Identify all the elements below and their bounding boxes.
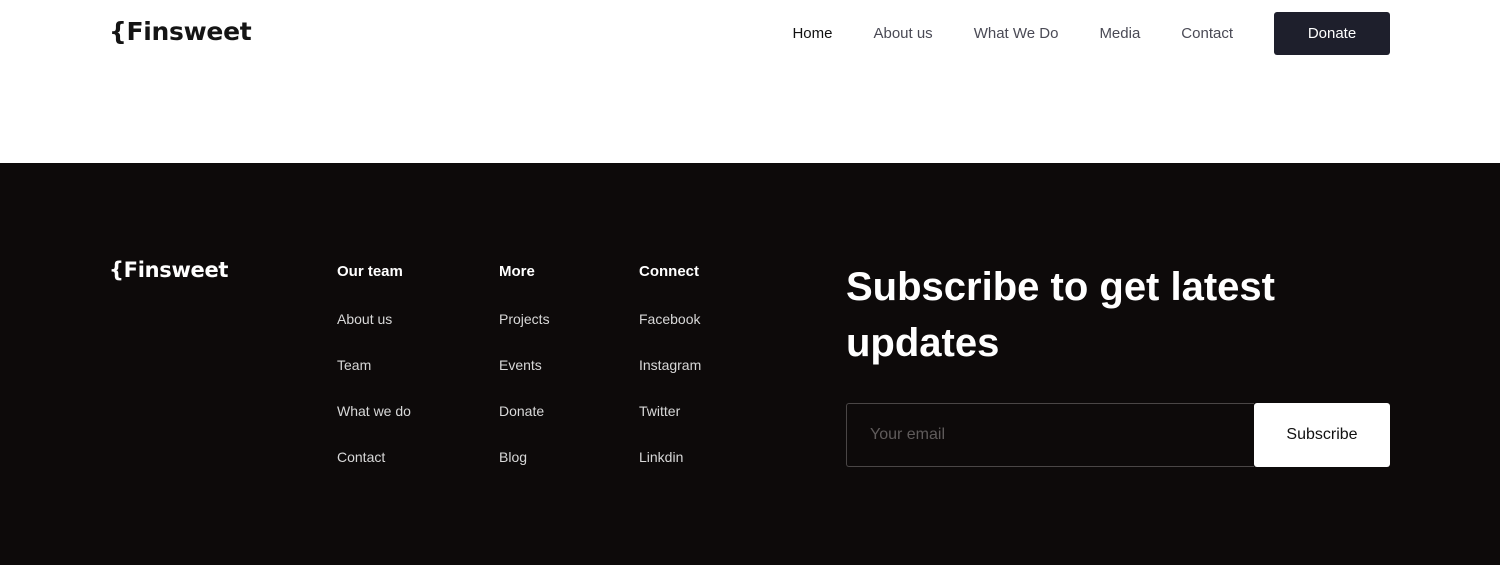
footer-logo[interactable]: {Finsweet <box>109 258 228 282</box>
main-nav: Home About us What We Do Media Contact D… <box>792 12 1390 55</box>
footer-column-title: Our team <box>337 263 403 280</box>
footer-column-more: More Projects Events Donate Blog <box>499 263 550 495</box>
subscribe-form: Subscribe <box>846 403 1390 467</box>
footer-column-our-team: Our team About us Team What we do Contac… <box>337 263 411 495</box>
nav-contact[interactable]: Contact <box>1181 25 1233 42</box>
nav-media[interactable]: Media <box>1099 25 1140 42</box>
footer-link-donate[interactable]: Donate <box>499 403 550 449</box>
footer-link-contact[interactable]: Contact <box>337 449 411 495</box>
footer-link-events[interactable]: Events <box>499 357 550 403</box>
donate-button[interactable]: Donate <box>1274 12 1390 55</box>
footer-link-about-us[interactable]: About us <box>337 311 411 357</box>
subscribe-button[interactable]: Subscribe <box>1254 403 1390 467</box>
footer-link-projects[interactable]: Projects <box>499 311 550 357</box>
subscribe-heading: Subscribe to get latest updates <box>846 265 1275 365</box>
footer-link-blog[interactable]: Blog <box>499 449 550 495</box>
email-input[interactable] <box>846 403 1254 467</box>
nav-about-us[interactable]: About us <box>873 25 932 42</box>
site-footer: {Finsweet Our team About us Team What we… <box>0 163 1500 565</box>
footer-link-facebook[interactable]: Facebook <box>639 311 701 357</box>
nav-home[interactable]: Home <box>792 25 832 42</box>
footer-link-instagram[interactable]: Instagram <box>639 357 701 403</box>
header-logo[interactable]: {Finsweet <box>109 17 252 46</box>
footer-link-what-we-do[interactable]: What we do <box>337 403 411 449</box>
nav-what-we-do[interactable]: What We Do <box>974 25 1059 42</box>
footer-column-title: More <box>499 263 535 280</box>
site-header: {Finsweet Home About us What We Do Media… <box>0 0 1500 163</box>
footer-link-team[interactable]: Team <box>337 357 411 403</box>
footer-column-title: Connect <box>639 263 699 280</box>
footer-link-linkdin[interactable]: Linkdin <box>639 449 701 495</box>
footer-column-connect: Connect Facebook Instagram Twitter Linkd… <box>639 263 701 495</box>
footer-link-twitter[interactable]: Twitter <box>639 403 701 449</box>
